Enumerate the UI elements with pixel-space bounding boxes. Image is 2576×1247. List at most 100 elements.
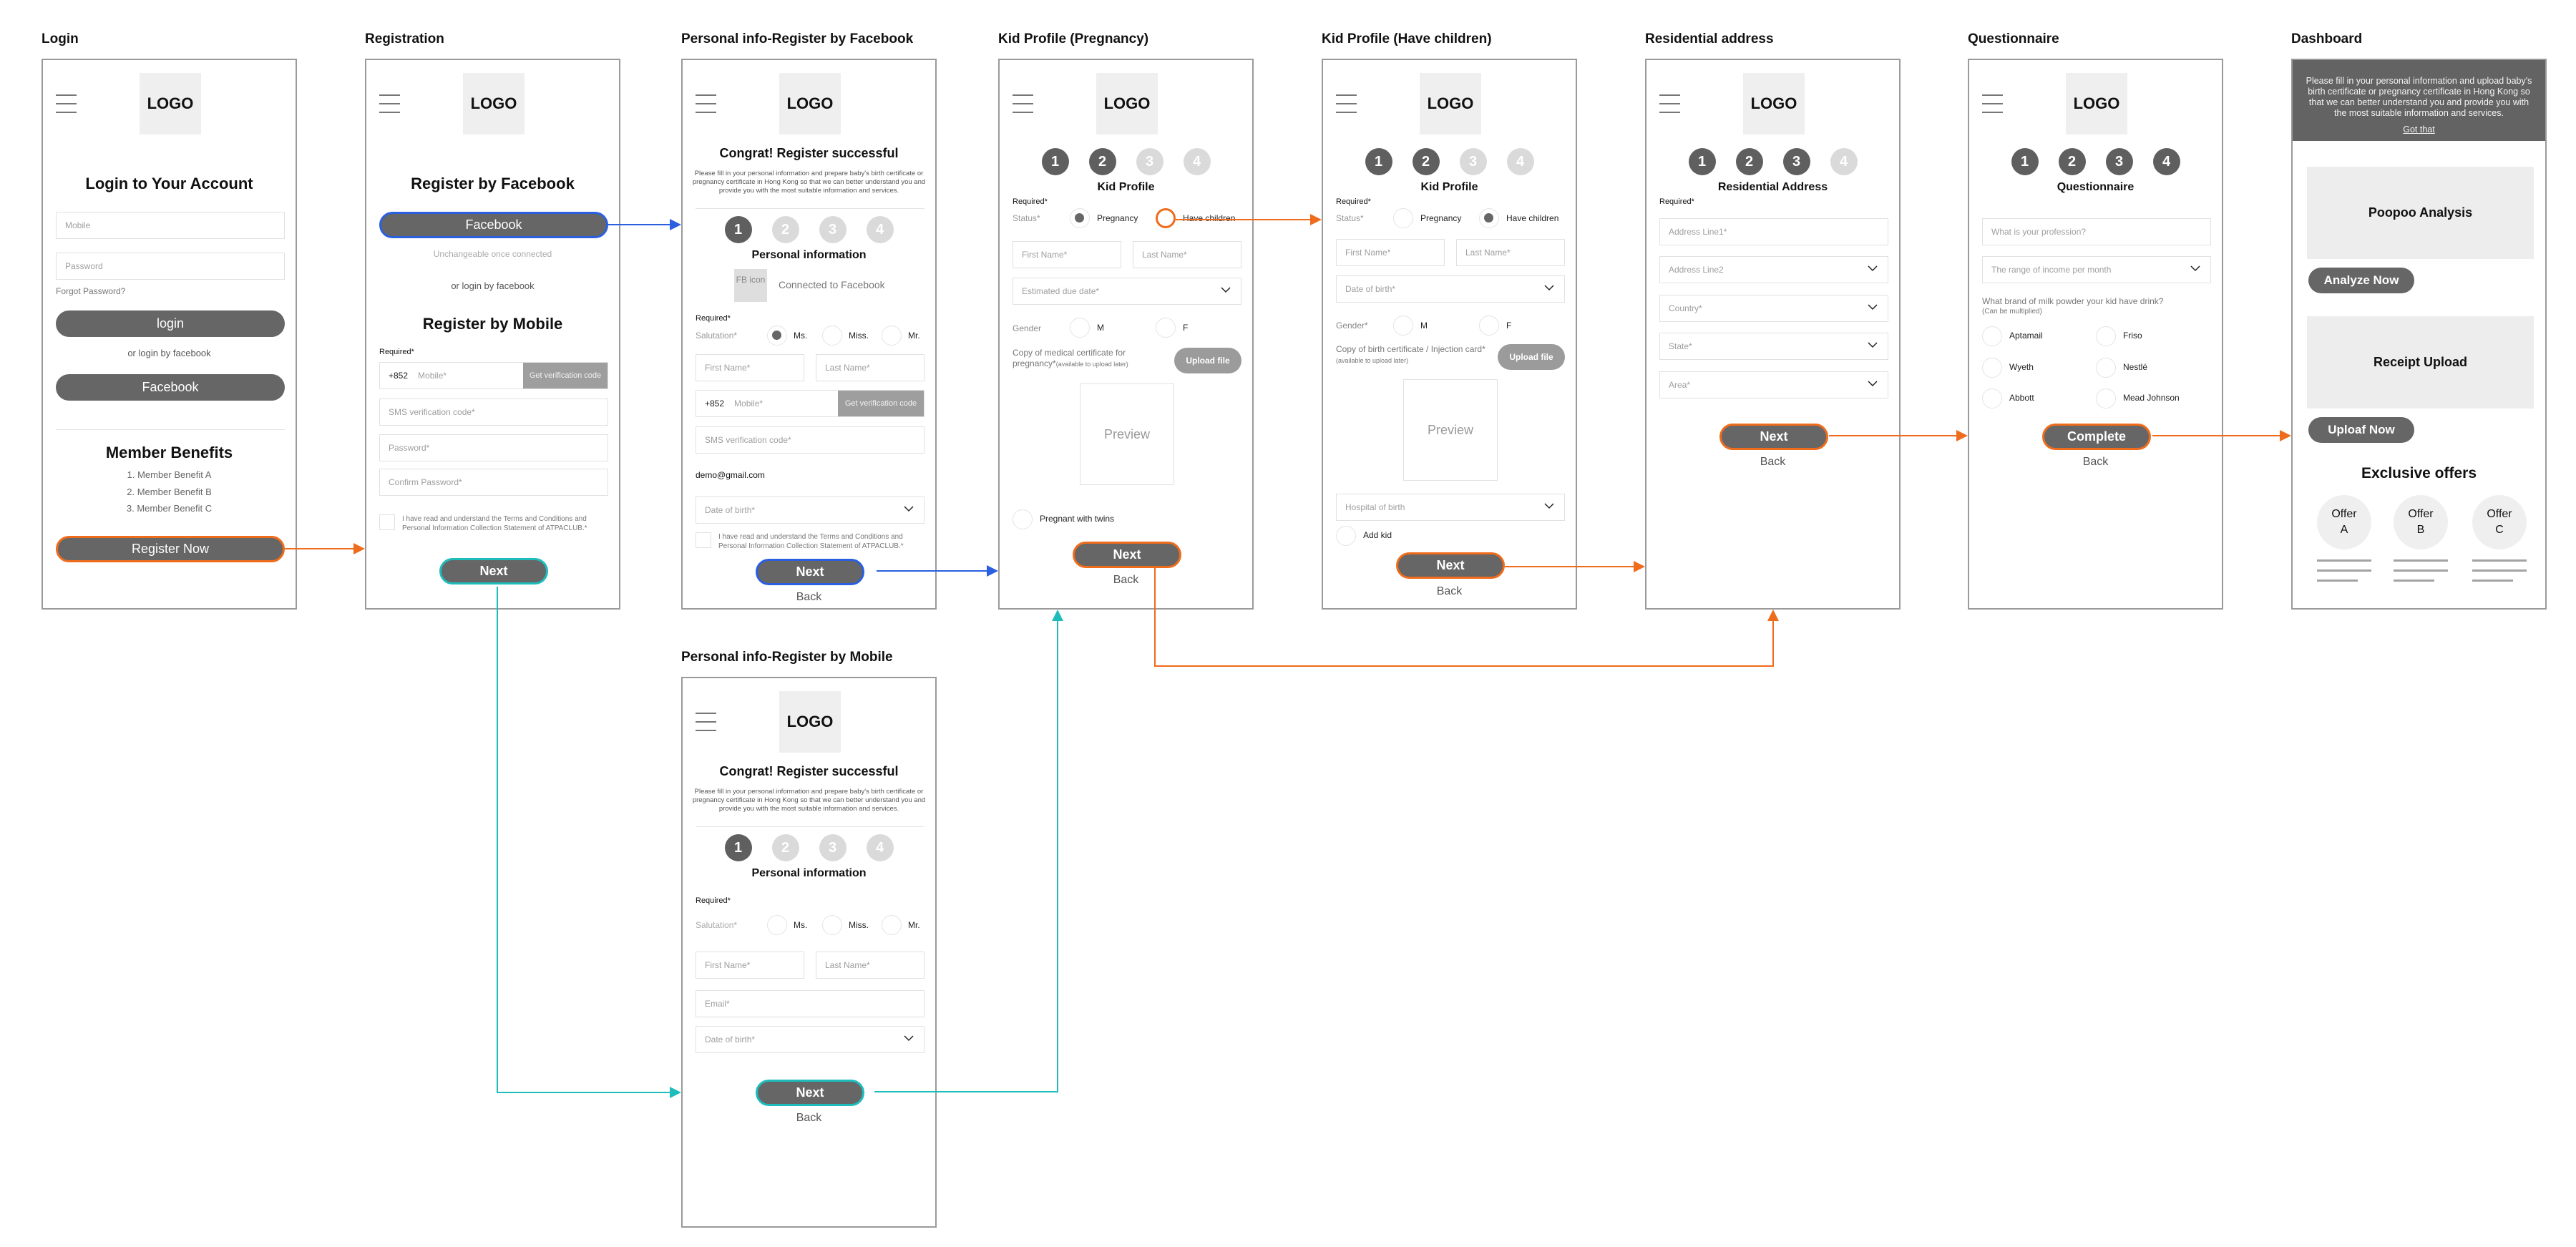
offer-b[interactable]: Offer B xyxy=(2394,495,2448,549)
next-button[interactable]: Next xyxy=(1073,542,1181,568)
mobile-input[interactable]: +852 Mobile* Get verification code xyxy=(696,390,924,417)
brand-wyeth-radio[interactable] xyxy=(1982,358,2002,378)
brand-label: Mead Johnson xyxy=(2123,393,2180,403)
gender-m-radio[interactable] xyxy=(1070,318,1090,338)
logo: LOGO xyxy=(140,73,201,135)
status-pregnancy-radio[interactable] xyxy=(1393,208,1413,228)
facebook-register-button[interactable]: Facebook xyxy=(379,212,608,238)
menu-icon[interactable] xyxy=(1982,94,2004,113)
register-now-button[interactable]: Register Now xyxy=(56,536,285,562)
date-of-birth-select[interactable]: Date of birth* xyxy=(696,1026,924,1053)
kid-first-name-input[interactable]: First Name* xyxy=(1013,241,1121,268)
upload-file-button[interactable]: Upload file xyxy=(1498,344,1565,370)
sms-code-input[interactable]: SMS verification code* xyxy=(696,426,924,454)
brand-friso-radio[interactable] xyxy=(2096,326,2116,346)
offer-c[interactable]: Offer C xyxy=(2472,495,2527,549)
screen-title-personal-fb: Personal info-Register by Facebook xyxy=(681,31,914,47)
next-button[interactable]: Next xyxy=(756,559,864,585)
kid-last-name-input[interactable]: Last Name* xyxy=(1133,241,1241,268)
password-input[interactable]: Password xyxy=(56,253,285,280)
password-input[interactable]: Password* xyxy=(379,434,608,461)
next-button[interactable]: Next xyxy=(439,558,548,585)
back-link[interactable]: Back xyxy=(1969,456,2222,469)
status-have-children-radio[interactable] xyxy=(1479,208,1499,228)
get-verification-code-button[interactable]: Get verification code xyxy=(523,363,608,388)
facebook-login-button[interactable]: Facebook xyxy=(56,374,285,401)
kid-first-name-input[interactable]: First Name* xyxy=(1336,239,1445,266)
menu-icon[interactable] xyxy=(696,94,717,113)
salutation-miss-radio[interactable] xyxy=(822,326,842,346)
menu-icon[interactable] xyxy=(1336,94,1357,113)
address-line2-select[interactable]: Address Line2 xyxy=(1659,256,1888,283)
back-link[interactable]: Back xyxy=(683,591,935,604)
add-kid-radio[interactable] xyxy=(1336,526,1356,546)
offer-label: Offer xyxy=(2331,508,2357,520)
menu-icon[interactable] xyxy=(1659,94,1681,113)
address-line1-input[interactable]: Address Line1* xyxy=(1659,218,1888,245)
next-button[interactable]: Next xyxy=(1396,552,1505,579)
first-name-input[interactable]: First Name* xyxy=(696,354,804,381)
last-name-input[interactable]: Last Name* xyxy=(816,354,924,381)
brand-aptamail-radio[interactable] xyxy=(1982,326,2002,346)
salutation-mr-radio[interactable] xyxy=(882,326,902,346)
sms-code-input[interactable]: SMS verification code* xyxy=(379,398,608,426)
kid-last-name-input[interactable]: Last Name* xyxy=(1456,239,1565,266)
brand-abbott-radio[interactable] xyxy=(1982,388,2002,409)
mobile-input[interactable]: +852 Mobile* Get verification code xyxy=(379,362,608,389)
salutation-mr-label: Mr. xyxy=(908,920,920,930)
profession-input[interactable]: What is your profession? xyxy=(1982,218,2211,245)
poopoo-analysis-card[interactable]: Poopoo Analysis xyxy=(2307,167,2534,259)
login-button[interactable]: login xyxy=(56,310,285,337)
terms-checkbox[interactable] xyxy=(696,532,711,548)
text-placeholder-line xyxy=(2394,559,2448,562)
date-of-birth-select[interactable]: Date of birth* xyxy=(696,497,924,524)
back-link[interactable]: Back xyxy=(1646,456,1899,469)
last-name-input[interactable]: Last Name* xyxy=(816,952,924,979)
next-button[interactable]: Next xyxy=(756,1080,864,1106)
forgot-password-link[interactable]: Forgot Password? xyxy=(56,286,125,296)
email-input[interactable]: Email* xyxy=(696,990,924,1017)
brand-mead-johnson-radio[interactable] xyxy=(2096,388,2116,409)
menu-icon[interactable] xyxy=(696,713,717,731)
menu-icon[interactable] xyxy=(379,94,401,113)
receipt-upload-card[interactable]: Receipt Upload xyxy=(2307,316,2534,409)
salutation-ms-radio[interactable] xyxy=(767,915,787,935)
back-link[interactable]: Back xyxy=(683,1112,935,1125)
gender-m-radio[interactable] xyxy=(1393,316,1413,336)
country-select[interactable]: Country* xyxy=(1659,295,1888,322)
status-have-children-radio[interactable] xyxy=(1156,208,1176,228)
area-select[interactable]: Area* xyxy=(1659,371,1888,398)
salutation-ms-radio[interactable] xyxy=(767,326,787,346)
state-select[interactable]: State* xyxy=(1659,333,1888,360)
hospital-select[interactable]: Hospital of birth xyxy=(1336,494,1565,521)
back-link[interactable]: Back xyxy=(1323,585,1576,598)
mobile-input[interactable]: Mobile xyxy=(56,212,285,239)
step-4: 4 xyxy=(866,216,894,243)
upload-now-button[interactable]: Uploaf Now xyxy=(2308,417,2414,443)
back-link[interactable]: Back xyxy=(1000,574,1252,587)
gender-f-radio[interactable] xyxy=(1156,318,1176,338)
complete-button[interactable]: Complete xyxy=(2042,424,2151,450)
gender-m-label: M xyxy=(1420,321,1428,331)
date-of-birth-select[interactable]: Date of birth* xyxy=(1336,275,1565,303)
analyze-now-button[interactable]: Analyze Now xyxy=(2308,268,2414,293)
salutation-miss-radio[interactable] xyxy=(822,915,842,935)
menu-icon[interactable] xyxy=(1013,94,1034,113)
next-button[interactable]: Next xyxy=(1719,424,1828,450)
terms-checkbox[interactable] xyxy=(379,514,395,530)
confirm-password-input[interactable]: Confirm Password* xyxy=(379,469,608,496)
status-pregnancy-radio[interactable] xyxy=(1070,208,1090,228)
upload-file-button[interactable]: Upload file xyxy=(1174,348,1241,373)
twins-radio[interactable] xyxy=(1013,509,1033,529)
gender-f-radio[interactable] xyxy=(1479,316,1499,336)
screen-title-dashboard: Dashboard xyxy=(2291,31,2363,47)
menu-icon[interactable] xyxy=(56,94,77,113)
got-that-button[interactable]: Got that xyxy=(2403,124,2434,135)
brand-nestle-radio[interactable] xyxy=(2096,358,2116,378)
income-select[interactable]: The range of income per month xyxy=(1982,256,2211,283)
due-date-select[interactable]: Estimated due date* xyxy=(1013,278,1241,305)
get-verification-code-button[interactable]: Get verification code xyxy=(838,391,924,416)
salutation-mr-radio[interactable] xyxy=(882,915,902,935)
first-name-input[interactable]: First Name* xyxy=(696,952,804,979)
offer-a[interactable]: Offer A xyxy=(2317,495,2371,549)
